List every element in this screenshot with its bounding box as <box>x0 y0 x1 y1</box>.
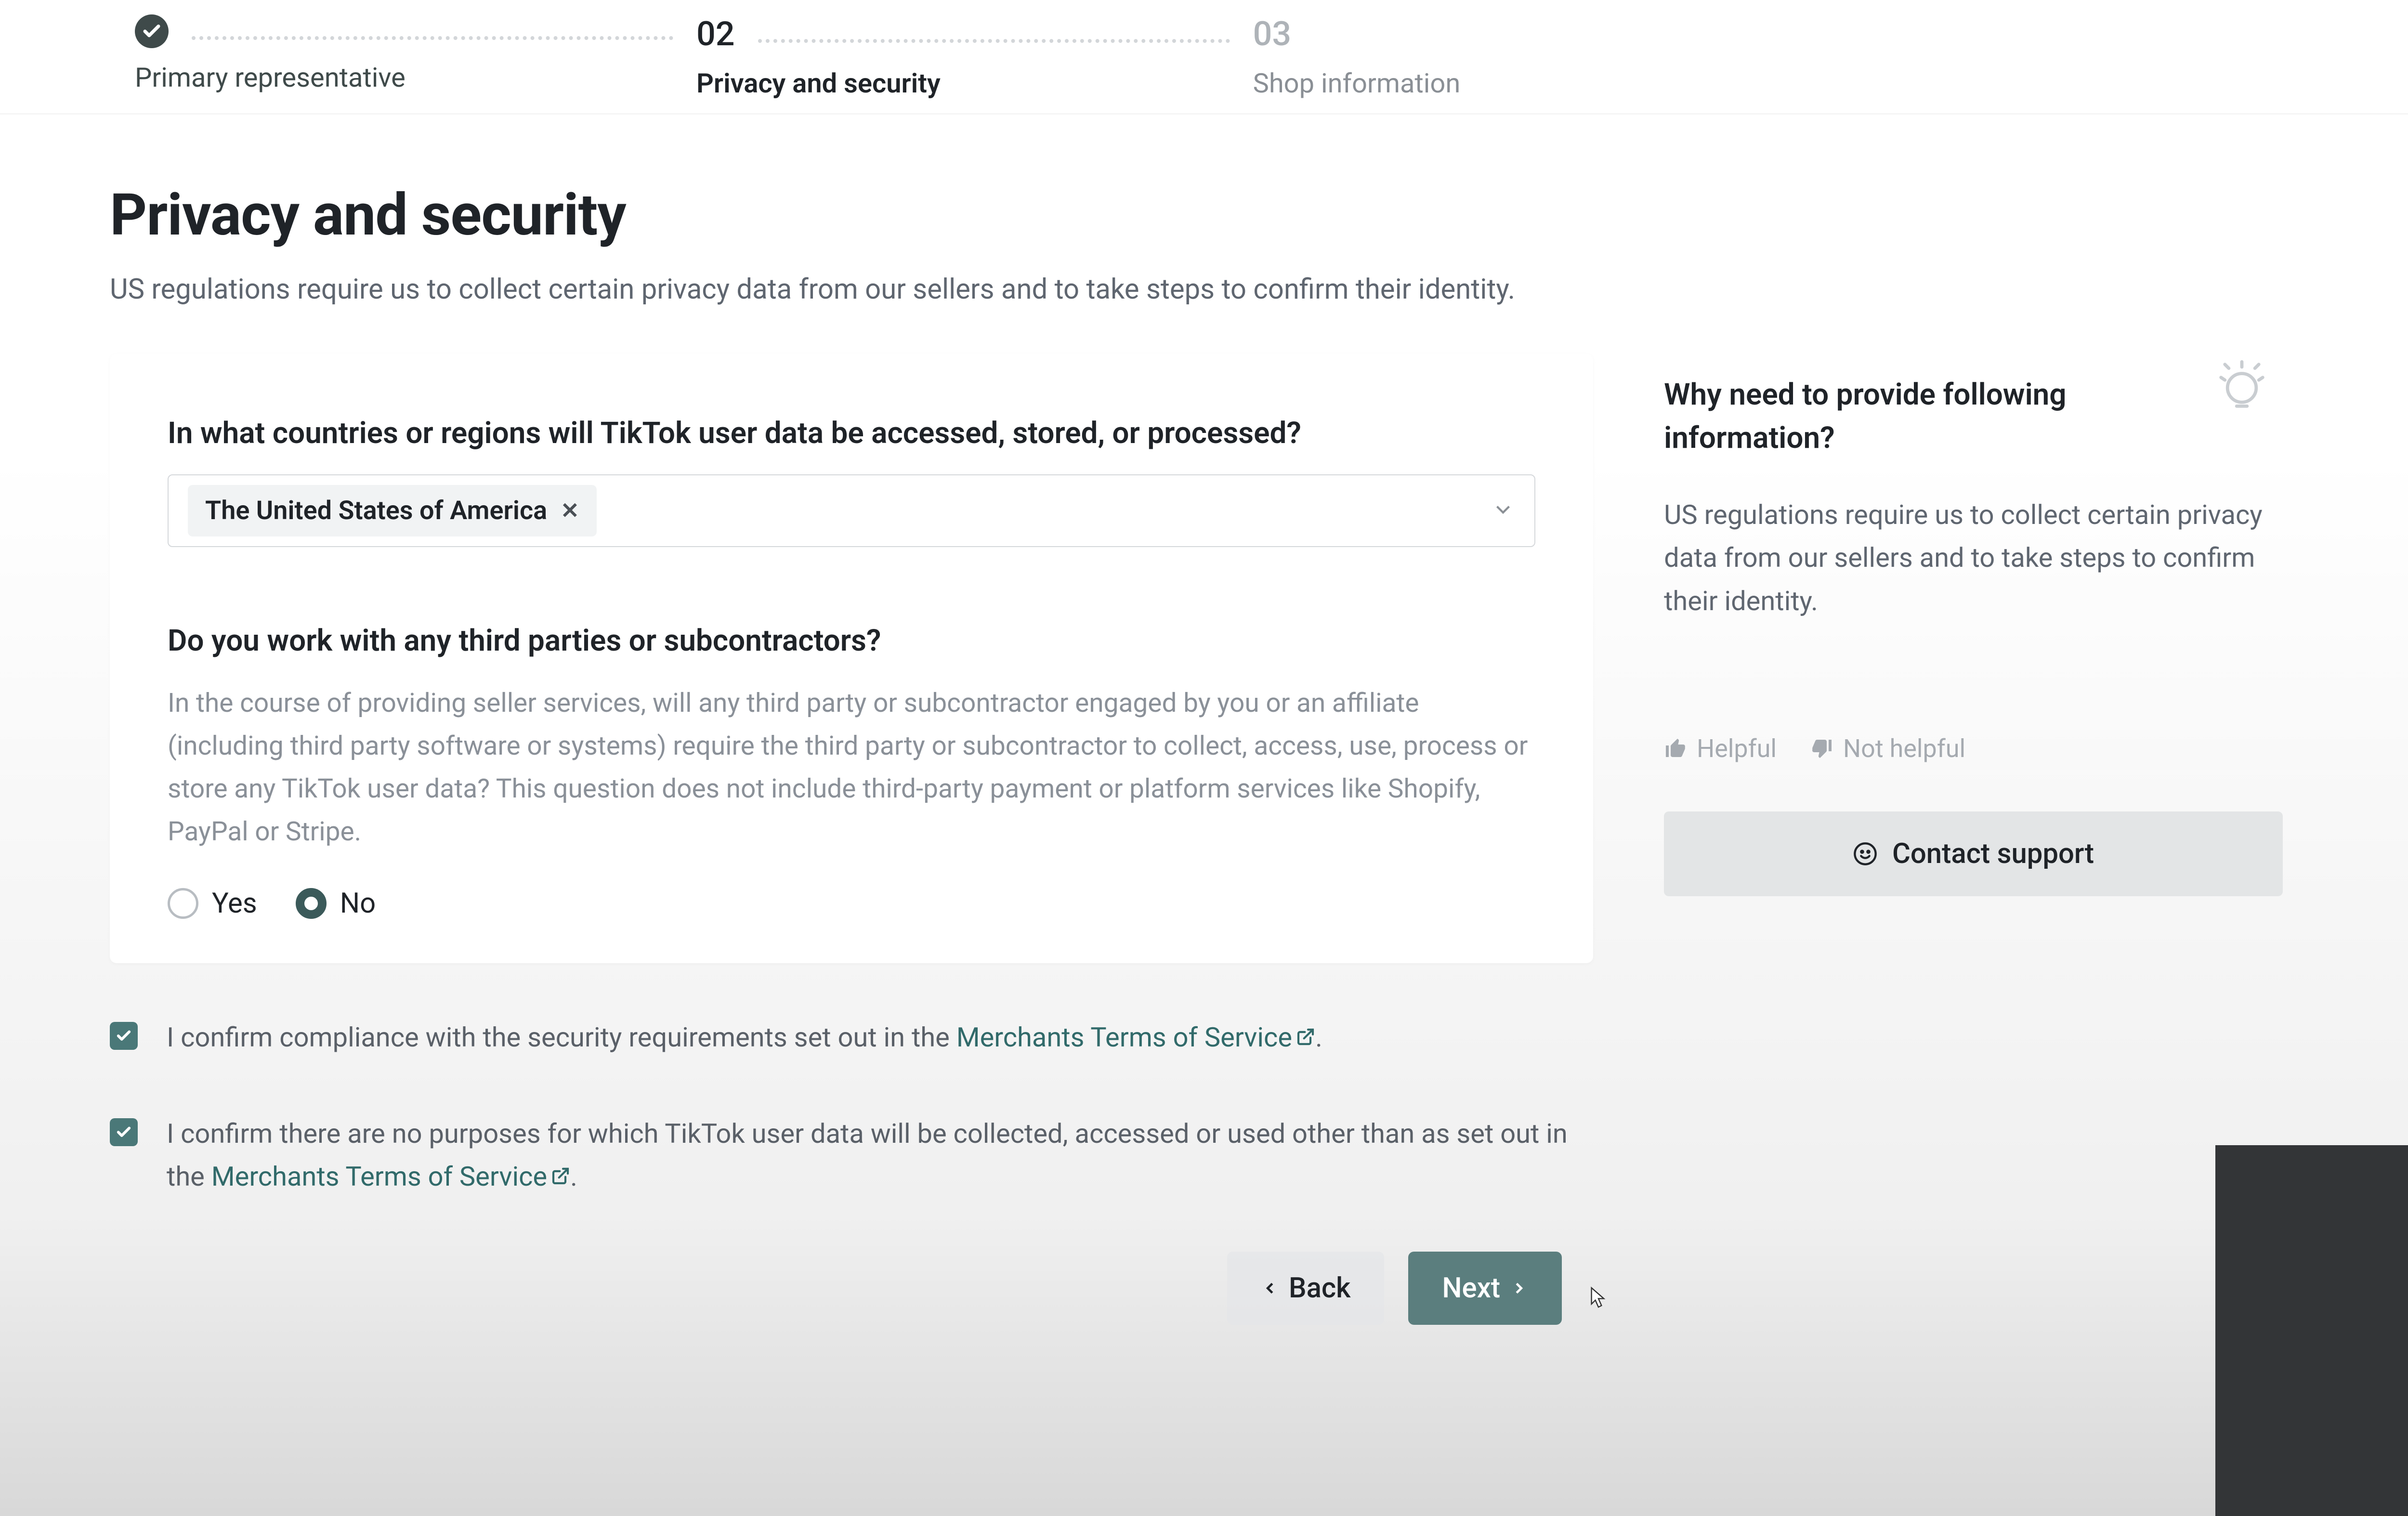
overlay-block <box>2215 1145 2408 1516</box>
tos-link-1[interactable]: Merchants Terms of Service <box>956 1021 1315 1053</box>
helpful-button[interactable]: Helpful <box>1664 734 1777 763</box>
step-connector <box>758 39 1230 43</box>
thirdparty-radio-group: Yes No <box>168 887 1535 920</box>
chevron-down-icon <box>1491 497 1515 523</box>
thirdparty-question-desc: In the course of providing seller servic… <box>168 682 1535 853</box>
cursor-icon <box>1591 1286 1606 1309</box>
confirmation-checkbox-1[interactable] <box>110 1022 138 1050</box>
contact-support-button[interactable]: Contact support <box>1664 811 2283 896</box>
step-1: Primary representative <box>135 14 696 93</box>
confirmation-text-2: I confirm there are no purposes for whic… <box>167 1112 1593 1199</box>
step-1-label: Primary representative <box>135 62 696 93</box>
radio-yes[interactable]: Yes <box>168 887 257 920</box>
help-text: US regulations require us to collect cer… <box>1664 494 2283 623</box>
step-2-label: Privacy and security <box>696 67 1253 99</box>
progress-stepper: Primary representative 02 Privacy and se… <box>0 0 2408 114</box>
remove-chip-icon[interactable]: ✕ <box>561 497 579 524</box>
step-3: 03 Shop information <box>1253 14 1461 99</box>
radio-no-label: No <box>340 887 376 920</box>
back-button-label: Back <box>1289 1272 1350 1305</box>
countries-select[interactable]: The United States of America ✕ <box>168 474 1535 547</box>
radio-yes-label: Yes <box>212 887 257 920</box>
confirmation-row-2: I confirm there are no purposes for whic… <box>110 1112 1593 1199</box>
country-chip-label: The United States of America <box>205 496 547 526</box>
step-connector <box>192 36 673 40</box>
step-3-number: 03 <box>1253 14 1292 54</box>
form-card: In what countries or regions will TikTok… <box>110 354 1593 963</box>
radio-no[interactable]: No <box>296 887 376 920</box>
tos-link-2[interactable]: Merchants Terms of Service <box>211 1161 570 1192</box>
back-button[interactable]: Back <box>1227 1252 1384 1325</box>
thirdparty-question-label: Do you work with any third parties or su… <box>168 619 1535 663</box>
step-2-number: 02 <box>696 14 735 54</box>
page-title: Privacy and security <box>110 182 2292 249</box>
contact-support-label: Contact support <box>1892 837 2094 870</box>
radio-no-indicator <box>296 888 327 919</box>
step-2: 02 Privacy and security <box>696 14 1253 99</box>
helpful-label: Helpful <box>1697 734 1777 763</box>
confirmation-row-1: I confirm compliance with the security r… <box>110 1016 1593 1059</box>
page-subtitle: US regulations require us to collect cer… <box>110 273 2292 306</box>
not-helpful-label: Not helpful <box>1843 734 1965 763</box>
external-link-icon <box>551 1155 570 1199</box>
next-button[interactable]: Next <box>1408 1252 1562 1325</box>
radio-yes-indicator <box>168 888 198 919</box>
confirmation-text-1: I confirm compliance with the security r… <box>167 1016 1322 1059</box>
countries-question-label: In what countries or regions will TikTok… <box>168 412 1535 455</box>
step-3-label: Shop information <box>1253 67 1461 99</box>
help-title: Why need to provide following informatio… <box>1664 373 2194 460</box>
lightbulb-icon <box>2211 354 2273 418</box>
step-complete-icon <box>135 14 169 48</box>
confirmations-section: I confirm compliance with the security r… <box>110 1016 1593 1199</box>
help-panel: Why need to provide following informatio… <box>1664 354 2292 896</box>
next-button-label: Next <box>1442 1272 1500 1305</box>
feedback-row: Helpful Not helpful <box>1664 734 2283 763</box>
not-helpful-button[interactable]: Not helpful <box>1810 734 1965 763</box>
external-link-icon <box>1296 1016 1315 1059</box>
confirmation-checkbox-2[interactable] <box>110 1118 138 1146</box>
footer-buttons: Back Next <box>1227 1252 1606 1354</box>
country-chip: The United States of America ✕ <box>188 485 597 536</box>
